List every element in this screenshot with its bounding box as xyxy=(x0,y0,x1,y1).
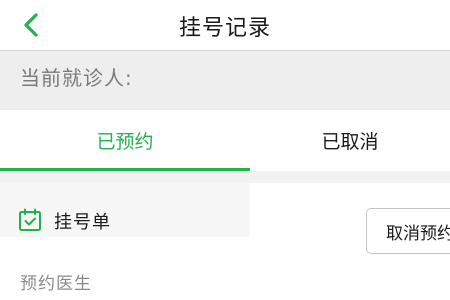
nav-bar: 挂号记录 xyxy=(0,0,450,51)
current-patient-bar[interactable]: 当前就诊人: xyxy=(0,52,450,110)
calendar-check-icon xyxy=(19,208,41,231)
card-title: 挂号单 xyxy=(54,212,111,233)
tab-booked[interactable]: 已预约 xyxy=(0,110,250,171)
tab-cancelled[interactable]: 已取消 xyxy=(250,110,450,171)
registration-card: 挂号单 取消预约 预约医生 xyxy=(0,183,450,300)
active-tab-indicator xyxy=(0,168,250,171)
doctor-label: 预约医生 xyxy=(20,274,92,294)
tab-bar: 已预约 已取消 xyxy=(0,110,450,171)
page-title: 挂号记录 xyxy=(178,16,271,41)
cancel-appointment-button[interactable]: 取消预约 xyxy=(366,208,450,254)
current-patient-label: 当前就诊人: xyxy=(20,66,133,90)
